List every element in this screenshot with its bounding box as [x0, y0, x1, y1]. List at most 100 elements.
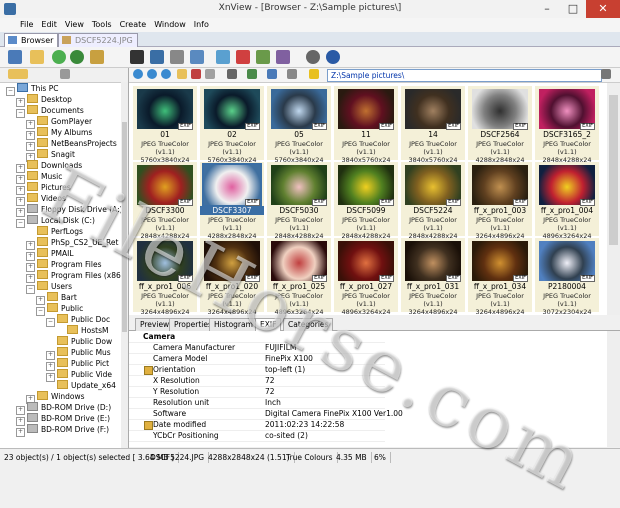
info-icon[interactable] — [326, 50, 340, 64]
browser-icon[interactable] — [8, 50, 22, 64]
reload-icon[interactable] — [70, 50, 84, 64]
tree-item[interactable]: − Public Doc — [46, 314, 110, 327]
tree-item[interactable]: + Program Files — [26, 259, 102, 272]
thumbnail-item[interactable]: EXIF P2180004 JPEG TrueColor (v1.1) 3072x23… — [535, 238, 599, 316]
tree-item[interactable]: + Snagit — [26, 149, 75, 162]
menu-item-file[interactable]: File — [16, 18, 37, 32]
tree-item[interactable]: + Floppy Disk Drive (A:) — [16, 204, 121, 217]
tree-item[interactable]: + My Albums — [26, 127, 92, 140]
thumbnail-item[interactable]: EXIF ff_x_pro1_004 JPEG TrueColor (v1.1) 48… — [535, 162, 599, 240]
tree-item[interactable]: + Public Mus — [46, 347, 111, 360]
expander-icon[interactable]: − — [46, 318, 55, 327]
thumbnail-item[interactable]: EXIF ff_x_pro1_027 JPEG TrueColor (v1.1) 48… — [334, 238, 398, 316]
close-button[interactable]: ✕ — [586, 0, 620, 18]
forward-icon[interactable] — [147, 69, 157, 79]
up-icon[interactable] — [161, 69, 171, 79]
tab-exif[interactable]: EXIF — [255, 318, 282, 331]
menu-item-window[interactable]: Window — [150, 18, 190, 32]
delete-icon[interactable] — [191, 69, 201, 79]
thumbnail-item[interactable]: EXIF 11 JPEG TrueColor (v1.1) 3840x5760x24 — [334, 86, 398, 164]
tree-item[interactable]: Update_x64 — [46, 380, 116, 391]
thumbnail-item[interactable]: EXIF 02 JPEG TrueColor (v1.1) 5760x3840x24 — [200, 86, 264, 164]
view-mode-icon[interactable] — [227, 69, 237, 79]
tree-scrollbar[interactable] — [121, 82, 128, 448]
thumbnail-item[interactable]: EXIF ff_x_pro1_020 JPEG TrueColor (v1.1) 32… — [200, 238, 264, 316]
thumbnail-item[interactable]: EXIF 01 JPEG TrueColor (v1.1) 5760x3840x24 — [133, 86, 197, 164]
tree-item[interactable]: + BD-ROM Drive (E:) — [16, 413, 110, 426]
tree-item[interactable]: + Pictures — [16, 182, 71, 195]
thumbnail-item[interactable]: EXIF DSCF5099 JPEG TrueColor (v1.1) 2848x42… — [334, 162, 398, 240]
edit-icon[interactable] — [144, 421, 153, 430]
tree-item[interactable]: + BD-ROM Drive (F:) — [16, 424, 109, 437]
expander-icon[interactable]: − — [36, 307, 45, 316]
save-icon[interactable] — [150, 50, 164, 64]
thumbnail-item[interactable]: EXIF 05 JPEG TrueColor (v1.1) 5760x3840x24 — [267, 86, 331, 164]
expander-icon[interactable]: − — [16, 109, 25, 118]
tree-item[interactable]: + Videos — [16, 193, 66, 206]
sort-icon[interactable] — [247, 69, 257, 79]
thumbnail-item[interactable]: EXIF DSCF3307 JPEG TrueColor (v1.1) 4288x28… — [200, 162, 264, 240]
thumbnail-item[interactable]: EXIF ff_x_pro1_031 JPEG TrueColor (v1.1) 32… — [401, 238, 465, 316]
path-input[interactable]: Z:\Sample pictures\ — [327, 69, 602, 82]
tree-item[interactable]: − Users — [26, 281, 72, 294]
scroll-thumb[interactable] — [122, 122, 127, 332]
tree-item[interactable]: + Public Pict — [46, 358, 109, 371]
capture-icon[interactable] — [256, 50, 270, 64]
tree-item[interactable]: HostsM — [56, 325, 108, 336]
thumbnail-item[interactable]: EXIF ff_x_pro1_034 JPEG TrueColor (v1.1) 32… — [468, 238, 532, 316]
folder-icon[interactable] — [8, 69, 28, 79]
tab-browser[interactable]: Browser — [4, 33, 59, 47]
tree-item[interactable]: + PMAIL — [26, 248, 74, 261]
menu-item-create[interactable]: Create — [116, 18, 151, 32]
menu-item-edit[interactable]: Edit — [37, 18, 61, 32]
thumbnail-item[interactable]: EXIF ff_x_pro1_006 JPEG TrueColor (v1.1) 32… — [133, 238, 197, 316]
tree-item[interactable]: + Program Files (x86 — [26, 270, 121, 283]
menu-item-view[interactable]: View — [61, 18, 88, 32]
exif-scrollbar[interactable] — [607, 331, 620, 447]
tree-item[interactable]: + PhSp_CS2_UE_Ret — [26, 237, 118, 250]
find-icon[interactable] — [130, 50, 144, 64]
tree-item[interactable]: + Public Vide — [46, 369, 112, 382]
tree-item[interactable]: + Bart — [36, 292, 77, 305]
thumbnail-item[interactable]: EXIF DSCF3300 JPEG TrueColor (v1.1) 2848x42… — [133, 162, 197, 240]
scan-icon[interactable] — [190, 50, 204, 64]
convert-icon[interactable] — [236, 50, 250, 64]
scroll-thumb[interactable] — [609, 95, 618, 245]
print-icon[interactable] — [170, 50, 184, 64]
move-icon[interactable] — [90, 50, 104, 64]
tree-item[interactable]: + BD-ROM Drive (D:) — [16, 402, 111, 415]
thumbnail-item[interactable]: EXIF ff_x_pro1_025 JPEG TrueColor (v1.1) 48… — [267, 238, 331, 316]
maximize-button[interactable]: □ — [560, 0, 586, 18]
tree-item[interactable]: Public Dow — [46, 336, 112, 347]
thumbnail-item[interactable]: EXIF DSCF3165_2 JPEG TrueColor (v1.1) 2848x… — [535, 86, 599, 164]
tab-histogram[interactable]: Histogram — [209, 318, 258, 331]
thumb-size-icon[interactable] — [287, 69, 297, 79]
browser-scrollbar[interactable] — [607, 83, 620, 315]
tree-item[interactable]: − Public — [36, 303, 83, 316]
tree-item[interactable]: − Documents — [16, 105, 84, 118]
expander-icon[interactable]: − — [6, 87, 15, 96]
thumbnail-item[interactable]: EXIF 14 JPEG TrueColor (v1.1) 3840x5760x24 — [401, 86, 465, 164]
copy-icon[interactable] — [205, 69, 215, 79]
tab-image[interactable]: DSCF5224.JPG — [58, 33, 138, 47]
tree-item[interactable]: − Local Disk (C:) — [16, 215, 95, 228]
tree-item[interactable]: + Windows — [26, 391, 84, 404]
tree-item[interactable]: + Music — [16, 171, 62, 184]
thumbnail-item[interactable]: EXIF DSCF5030 JPEG TrueColor (v1.1) 2848x42… — [267, 162, 331, 240]
gear-icon[interactable] — [306, 50, 320, 64]
menu-item-info[interactable]: Info — [190, 18, 213, 32]
webpage-icon[interactable] — [276, 50, 290, 64]
thumbnail-item[interactable]: EXIF DSCF5224 JPEG TrueColor (v1.1) 2848x42… — [401, 162, 465, 240]
filter-icon[interactable] — [267, 69, 277, 79]
new-folder-icon[interactable] — [177, 69, 187, 79]
slideshow-icon[interactable] — [216, 50, 230, 64]
tree-item[interactable]: PerfLogs — [26, 226, 83, 237]
tree-item[interactable]: − This PC — [6, 83, 58, 96]
menu-item-tools[interactable]: Tools — [88, 18, 116, 32]
minimize-button[interactable]: – — [534, 0, 560, 18]
tree-item[interactable]: + NetBeansProjects — [26, 138, 117, 151]
tab-categories[interactable]: Categories — [283, 318, 334, 331]
tree-item[interactable]: + GomPlayer — [26, 116, 92, 129]
thumbnail-item[interactable]: EXIF DSCF2564 JPEG TrueColor (v1.1) 4288x28… — [468, 86, 532, 164]
back-icon[interactable] — [133, 69, 143, 79]
